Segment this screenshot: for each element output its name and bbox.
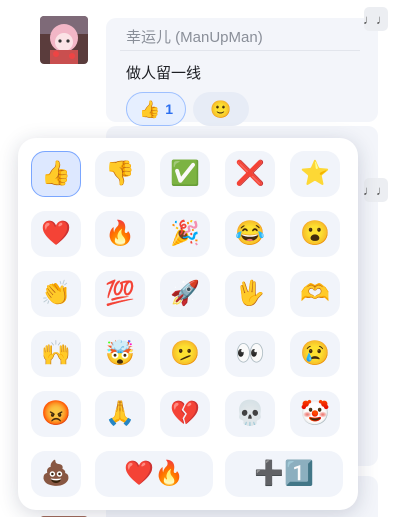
emoji-crying[interactable]: 😢 (290, 331, 340, 377)
emoji-clapping[interactable]: 👏 (31, 271, 81, 317)
emoji-pile-of-poo[interactable]: 💩 (31, 451, 81, 497)
smiley-icon: 🙂 (210, 99, 232, 119)
emoji-star[interactable]: ⭐ (290, 151, 340, 197)
emoji-rocket[interactable]: 🚀 (160, 271, 210, 317)
add-reaction-button[interactable]: 🙂 (193, 92, 249, 126)
chat-window: 幸运儿 (ManUpMan) 做人留一线 👍 1 🙂 ♩♩ ♩♩ 👍 👎 ✅ ❌… (0, 0, 398, 517)
emoji-red-heart[interactable]: ❤️ (31, 211, 81, 257)
emoji-skull[interactable]: 💀 (225, 391, 275, 437)
emoji-raising-hands[interactable]: 🙌 (31, 331, 81, 377)
message-text: 做人留一线 (126, 65, 202, 82)
emoji-eyes[interactable]: 👀 (225, 331, 275, 377)
emoji-heart-on-fire[interactable]: ❤️🔥 (95, 451, 213, 497)
avatar-image (40, 16, 88, 64)
sender-name: 幸运儿 (ManUpMan) (126, 29, 263, 46)
emoji-folded-hands[interactable]: 🙏 (95, 391, 145, 437)
music-note-icon[interactable]: ♩♩ (363, 7, 389, 31)
emoji-party-popper[interactable]: 🎉 (160, 211, 210, 257)
emoji-heart-hands[interactable]: 🫶 (290, 271, 340, 317)
avatar[interactable] (40, 16, 88, 64)
emoji-hundred[interactable]: 💯 (95, 271, 145, 317)
emoji-check-mark[interactable]: ✅ (160, 151, 210, 197)
emoji-fire[interactable]: 🔥 (95, 211, 145, 257)
emoji-clown[interactable]: 🤡 (290, 391, 340, 437)
music-note-icon[interactable]: ♩♩ (363, 178, 389, 202)
reaction-count: 1 (165, 101, 173, 117)
emoji-plus-one[interactable]: ➕1️⃣ (225, 451, 343, 497)
emoji-vulcan-salute[interactable]: 🖖 (225, 271, 275, 317)
emoji-picker: 👍 👎 ✅ ❌ ⭐ ❤️ 🔥 🎉 😂 😮 👏 💯 🚀 🖖 🫶 🙌 🤯 🫤 👀 😢… (18, 138, 358, 510)
emoji-angry[interactable]: 😡 (31, 391, 81, 437)
thumbs-up-icon: 👍 (139, 99, 161, 119)
emoji-cross-mark[interactable]: ❌ (225, 151, 275, 197)
reaction-thumbs-up[interactable]: 👍 1 (126, 92, 186, 126)
emoji-open-mouth[interactable]: 😮 (290, 211, 340, 257)
avatar[interactable] (40, 510, 88, 517)
emoji-diagonal-mouth[interactable]: 🫤 (160, 331, 210, 377)
divider (120, 50, 360, 51)
emoji-broken-heart[interactable]: 💔 (160, 391, 210, 437)
emoji-exploding-head[interactable]: 🤯 (95, 331, 145, 377)
emoji-joy[interactable]: 😂 (225, 211, 275, 257)
emoji-thumbs-down[interactable]: 👎 (95, 151, 145, 197)
emoji-thumbs-up[interactable]: 👍 (31, 151, 81, 197)
